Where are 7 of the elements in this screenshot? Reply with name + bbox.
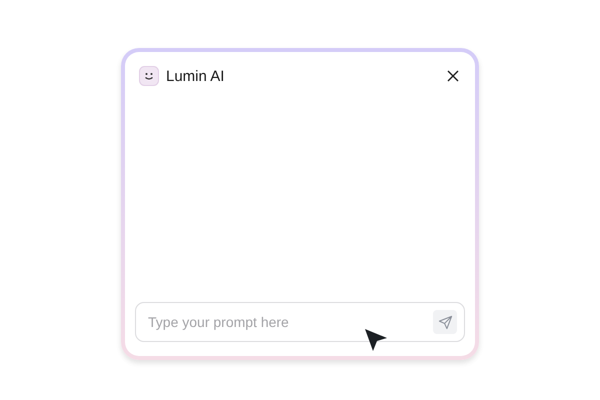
send-button[interactable] [433, 310, 457, 334]
smiley-icon [139, 66, 159, 86]
window-title: Lumin AI [166, 68, 224, 84]
cursor-icon [364, 328, 388, 352]
prompt-field[interactable]: Type your prompt here [135, 302, 465, 342]
close-button[interactable] [445, 68, 461, 84]
send-icon [438, 314, 452, 330]
